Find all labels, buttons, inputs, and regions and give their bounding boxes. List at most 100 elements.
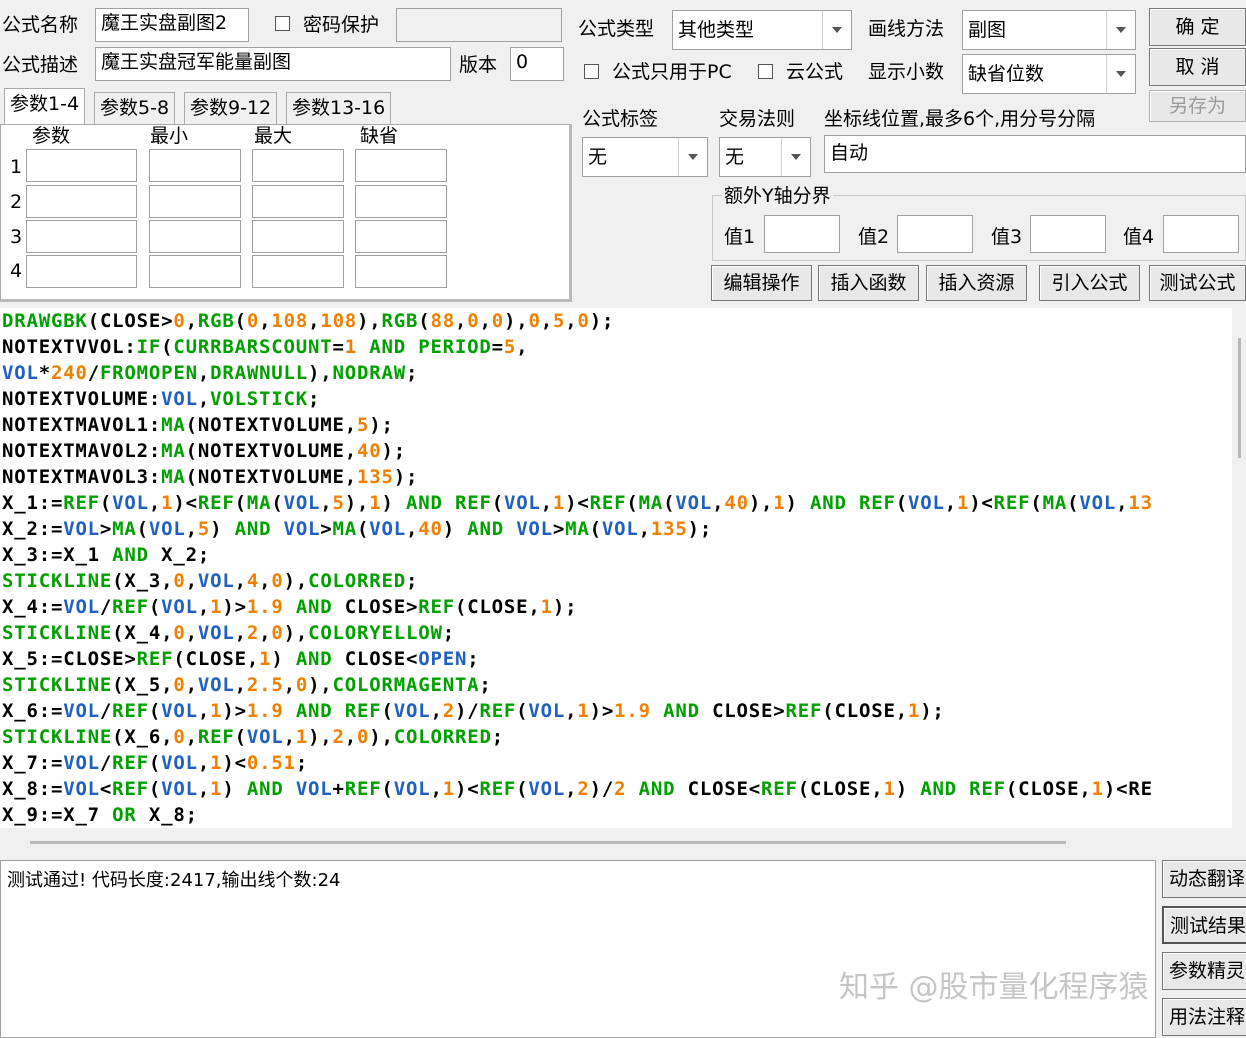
formula-tag-select[interactable]: 无	[582, 137, 708, 177]
param-min-input[interactable]	[149, 255, 241, 288]
draw-method-select[interactable]: 副图	[962, 10, 1136, 50]
tab-params-5-8[interactable]: 参数5-8	[94, 92, 176, 124]
param-max-input[interactable]	[252, 149, 344, 182]
coord-lines-input[interactable]: 自动	[824, 135, 1246, 173]
code-line[interactable]: NOTEXTMAVOL3:MA(NOTEXTVOLUME,135);	[2, 464, 418, 490]
formula-tag-value: 无	[588, 146, 608, 168]
param-name-input[interactable]	[26, 185, 137, 218]
y-value-1-input[interactable]	[764, 215, 840, 253]
cloud-label: 云公式	[786, 61, 844, 83]
chevron-down-icon[interactable]	[678, 138, 707, 176]
param-default-input[interactable]	[355, 220, 447, 253]
test-result-button[interactable]: 测试结果	[1162, 906, 1246, 944]
version-input[interactable]: 0	[510, 47, 564, 81]
formula-desc-input[interactable]: 魔王实盘冠军能量副图	[95, 47, 451, 81]
insert-resource-button[interactable]: 插入资源	[926, 265, 1027, 301]
param-min-input[interactable]	[149, 220, 241, 253]
trade-rule-select[interactable]: 无	[719, 137, 811, 177]
code-line[interactable]: STICKLINE(X_4,0,VOL,2,0),COLORYELLOW;	[2, 620, 455, 646]
formula-name-input[interactable]: 魔王实盘副图2	[95, 8, 249, 42]
y-value-2-label: 值2	[858, 226, 890, 248]
y-value-3-input[interactable]	[1030, 215, 1106, 253]
code-line[interactable]: X_9:=X_7 OR X_8;	[2, 802, 198, 828]
code-line[interactable]: X_3:=X_1 AND X_2;	[2, 542, 210, 568]
dynamic-translate-button[interactable]: 动态翻译	[1162, 860, 1246, 898]
usage-notes-button[interactable]: 用法注释	[1162, 998, 1246, 1036]
y-value-2-input[interactable]	[897, 215, 973, 253]
chevron-down-icon[interactable]	[1106, 55, 1135, 93]
param-max-input[interactable]	[252, 255, 344, 288]
param-row-number: 1	[10, 156, 23, 178]
param-default-input[interactable]	[355, 149, 447, 182]
edit-operation-button[interactable]: 编辑操作	[711, 265, 812, 301]
code-line[interactable]: DRAWGBK(CLOSE>0,RGB(0,108,108),RGB(88,0,…	[2, 308, 614, 334]
pc-only-label: 公式只用于PC	[612, 61, 732, 83]
test-result-pane[interactable]: 测试通过! 代码长度:2417,输出线个数:24 知乎 @股市量化程序猿	[0, 860, 1156, 1038]
formula-type-label: 公式类型	[578, 18, 655, 40]
code-line[interactable]: NOTEXTVVOL:IF(CURRBARSCOUNT=1 AND PERIOD…	[2, 334, 528, 360]
param-min-input[interactable]	[149, 185, 241, 218]
tab-params-9-12[interactable]: 参数9-12	[184, 92, 278, 124]
param-max-input[interactable]	[252, 220, 344, 253]
param-row-number: 3	[10, 226, 23, 248]
y-value-4-input[interactable]	[1163, 215, 1239, 253]
ok-button[interactable]: 确 定	[1149, 8, 1246, 46]
tab-params-1-4[interactable]: 参数1-4	[4, 88, 86, 126]
tab-params-13-16[interactable]: 参数13-16	[286, 92, 392, 124]
vertical-scrollbar[interactable]	[1232, 308, 1246, 828]
chevron-down-icon[interactable]	[781, 138, 810, 176]
param-name-input[interactable]	[26, 149, 137, 182]
code-line[interactable]: NOTEXTMAVOL1:MA(NOTEXTVOLUME,5);	[2, 412, 394, 438]
param-min-input[interactable]	[149, 149, 241, 182]
param-wizard-button[interactable]: 参数精灵	[1162, 952, 1246, 990]
param-name-input[interactable]	[26, 255, 137, 288]
decimals-value: 缺省位数	[968, 63, 1045, 85]
code-line[interactable]: X_8:=VOL<REF(VOL,1) AND VOL+REF(VOL,1)<R…	[2, 776, 1153, 802]
code-editor[interactable]: DRAWGBK(CLOSE>0,RGB(0,108,108),RGB(88,0,…	[0, 308, 1232, 828]
decimals-label: 显示小数	[868, 61, 945, 83]
param-row-number: 4	[10, 260, 23, 282]
code-line[interactable]: STICKLINE(X_6,0,REF(VOL,1),2,0),COLORRED…	[2, 724, 504, 750]
code-line[interactable]: STICKLINE(X_5,0,VOL,2.5,0),COLORMAGENTA;	[2, 672, 492, 698]
code-line[interactable]: X_5:=CLOSE>REF(CLOSE,1) AND CLOSE<OPEN;	[2, 646, 479, 672]
code-line[interactable]: VOL*240/FROMOPEN,DRAWNULL),NODRAW;	[2, 360, 418, 386]
code-line[interactable]: X_7:=VOL/REF(VOL,1)<0.51;	[2, 750, 308, 776]
code-line[interactable]: X_1:=REF(VOL,1)<REF(MA(VOL,5),1) AND REF…	[2, 490, 1153, 516]
trade-rule-value: 无	[725, 146, 745, 168]
param-default-input[interactable]	[355, 185, 447, 218]
insert-function-button[interactable]: 插入函数	[818, 265, 919, 301]
pc-only-checkbox[interactable]	[584, 64, 599, 79]
y-value-4-label: 值4	[1123, 226, 1155, 248]
save-as-button[interactable]: 另存为	[1149, 90, 1246, 122]
password-checkbox[interactable]	[275, 16, 290, 31]
horizontal-scrollbar-thumb[interactable]	[30, 841, 1066, 844]
vertical-scrollbar-thumb[interactable]	[1238, 338, 1241, 458]
formula-type-select[interactable]: 其他类型	[672, 10, 852, 50]
trade-rule-label: 交易法则	[719, 108, 796, 130]
password-input[interactable]	[396, 8, 562, 42]
param-default-input[interactable]	[355, 255, 447, 288]
param-header-max: 最大	[254, 125, 293, 147]
param-max-input[interactable]	[252, 185, 344, 218]
horizontal-scrollbar[interactable]	[0, 828, 1232, 858]
formula-name-label: 公式名称	[2, 14, 79, 36]
code-line[interactable]: NOTEXTVOLUME:VOL,VOLSTICK;	[2, 386, 320, 412]
code-line[interactable]: X_4:=VOL/REF(VOL,1)>1.9 AND CLOSE>REF(CL…	[2, 594, 577, 620]
import-formula-button[interactable]: 引入公式	[1039, 265, 1140, 301]
code-line[interactable]: X_6:=VOL/REF(VOL,1)>1.9 AND REF(VOL,2)/R…	[2, 698, 945, 724]
code-line[interactable]: NOTEXTMAVOL2:MA(NOTEXTVOLUME,40);	[2, 438, 406, 464]
code-line[interactable]: STICKLINE(X_3,0,VOL,4,0),COLORRED;	[2, 568, 418, 594]
param-header-default: 缺省	[360, 125, 399, 147]
formula-tag-label: 公式标签	[582, 108, 659, 130]
test-result-text: 测试通过! 代码长度:2417,输出线个数:24	[7, 870, 341, 891]
decimals-select[interactable]: 缺省位数	[962, 54, 1136, 94]
param-name-input[interactable]	[26, 220, 137, 253]
test-formula-button[interactable]: 测试公式	[1149, 265, 1246, 301]
cloud-checkbox[interactable]	[758, 64, 773, 79]
cancel-button[interactable]: 取 消	[1149, 48, 1246, 86]
code-line[interactable]: X_2:=VOL>MA(VOL,5) AND VOL>MA(VOL,40) AN…	[2, 516, 712, 542]
extra-y-axis-label: 额外Y轴分界	[722, 184, 833, 208]
chevron-down-icon[interactable]	[822, 11, 851, 49]
chevron-down-icon[interactable]	[1106, 11, 1135, 49]
coord-lines-label: 坐标线位置,最多6个,用分号分隔	[824, 108, 1096, 130]
